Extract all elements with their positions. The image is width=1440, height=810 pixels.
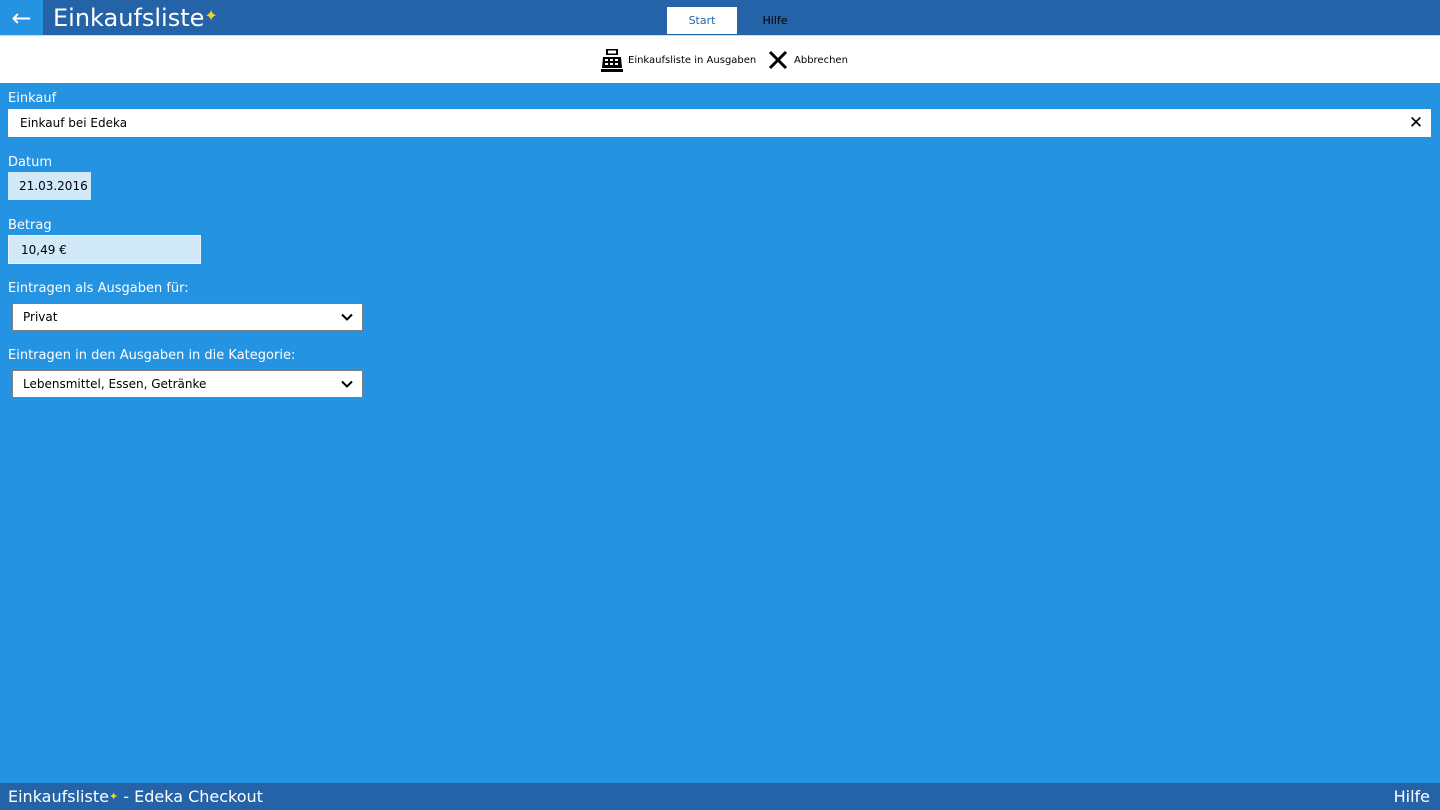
tab-start[interactable]: Start: [667, 7, 737, 34]
expense-for-label: Eintragen als Ausgaben für:: [8, 281, 189, 296]
amount-field[interactable]: 10,49 €: [8, 235, 201, 264]
chevron-down-icon: [341, 380, 353, 388]
date-label: Datum: [8, 155, 52, 170]
title-bar: ← Einkaufsliste✦ Start Hilfe: [0, 0, 1440, 35]
close-icon: [766, 48, 790, 72]
app-title-text: Einkaufsliste: [53, 4, 205, 32]
status-app-name: Einkaufsliste: [8, 787, 109, 806]
cancel-button[interactable]: Abbrechen: [766, 47, 848, 73]
back-arrow-icon: ←: [11, 3, 32, 32]
expense-for-value: Privat: [23, 310, 58, 324]
status-title: Einkaufsliste✦ - Edeka Checkout: [8, 786, 263, 808]
chevron-down-icon: [341, 313, 353, 321]
clear-icon[interactable]: ✕: [1406, 112, 1426, 134]
category-label: Eintragen in den Ausgaben in die Kategor…: [8, 348, 296, 363]
status-bar: Einkaufsliste✦ - Edeka Checkout Hilfe: [0, 783, 1440, 810]
toolbar: Einkaufsliste in Ausgaben Abbrechen: [0, 35, 1440, 83]
cash-register-icon: [600, 48, 624, 72]
purchase-label: Einkauf: [8, 91, 57, 106]
back-button[interactable]: ←: [0, 0, 43, 35]
cancel-label: Abbrechen: [794, 54, 848, 66]
purchase-input[interactable]: Einkauf bei Edeka: [8, 109, 1431, 137]
expense-for-select[interactable]: Privat: [12, 303, 363, 331]
category-select[interactable]: Lebensmittel, Essen, Getränke: [12, 370, 363, 398]
category-value: Lebensmittel, Essen, Getränke: [23, 377, 207, 391]
date-field[interactable]: 21.03.2016: [8, 172, 91, 200]
transfer-label: Einkaufsliste in Ausgaben: [628, 54, 757, 66]
app-title: Einkaufsliste✦: [53, 3, 218, 33]
status-help-link[interactable]: Hilfe: [1394, 786, 1430, 808]
amount-label: Betrag: [8, 218, 52, 233]
status-context: - Edeka Checkout: [118, 787, 263, 806]
transfer-to-expenses-button[interactable]: Einkaufsliste in Ausgaben: [600, 47, 756, 73]
sparkle-icon: ✦: [204, 6, 218, 25]
sparkle-icon: ✦: [108, 790, 119, 803]
tab-hilfe[interactable]: Hilfe: [740, 7, 810, 34]
